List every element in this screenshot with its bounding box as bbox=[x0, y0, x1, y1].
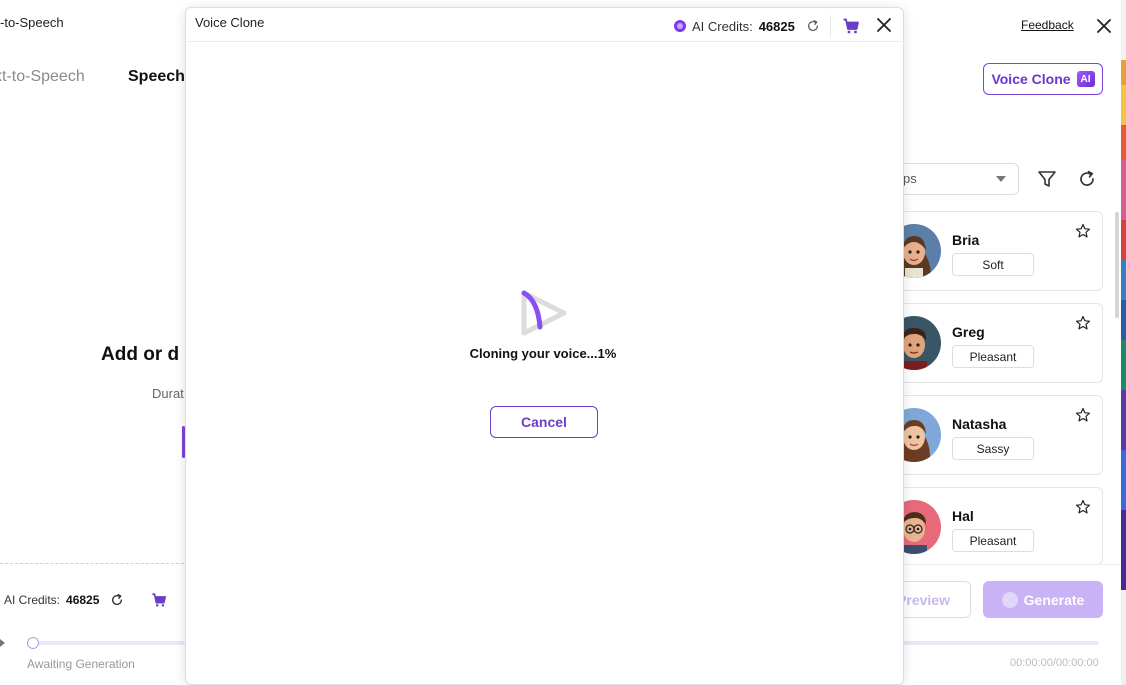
refresh-icon[interactable] bbox=[805, 18, 821, 34]
voice-name: Hal bbox=[952, 508, 974, 524]
voice-filter-value: ps bbox=[903, 171, 917, 186]
voice-tag: Sassy bbox=[952, 437, 1034, 460]
cloning-progress-text: Cloning your voice...1% bbox=[469, 346, 617, 361]
star-icon[interactable] bbox=[1075, 315, 1091, 331]
dialog-credits-value: 46825 bbox=[758, 18, 795, 34]
star-icon[interactable] bbox=[1075, 223, 1091, 239]
refresh-icon[interactable] bbox=[109, 592, 125, 608]
voice-tag: Pleasant bbox=[952, 529, 1034, 552]
duration-hint: Durat bbox=[152, 386, 184, 401]
voice-clone-button[interactable]: Voice Clone AI bbox=[983, 63, 1103, 95]
refresh-icon[interactable] bbox=[1076, 168, 1098, 190]
generate-label: Generate bbox=[1023, 591, 1085, 608]
cart-icon[interactable] bbox=[151, 592, 167, 608]
time-readout: 00:00:00/00:00:00 bbox=[1010, 657, 1099, 669]
dialog-header-separator bbox=[830, 15, 831, 37]
dialog-credits: AI Credits: 46825 bbox=[674, 18, 821, 34]
voice-clone-label: Voice Clone bbox=[991, 71, 1071, 87]
credits-value: 46825 bbox=[66, 593, 100, 607]
chevron-down-icon bbox=[996, 176, 1006, 182]
ai-credits-icon bbox=[674, 20, 686, 32]
generate-icon bbox=[1001, 591, 1018, 608]
tab-speech[interactable]: Speech bbox=[128, 68, 185, 86]
dialog-header-divider bbox=[185, 41, 904, 42]
filter-icon[interactable] bbox=[1036, 168, 1058, 190]
play-icon[interactable] bbox=[0, 639, 5, 647]
footer-divider bbox=[895, 564, 1126, 565]
loading-spinner-icon bbox=[521, 290, 567, 336]
cart-icon[interactable] bbox=[842, 17, 860, 35]
voice-list-scrollbar[interactable] bbox=[1115, 212, 1119, 318]
voice-name: Natasha bbox=[952, 416, 1007, 432]
desktop-edge bbox=[1121, 0, 1126, 685]
generate-button[interactable]: Generate bbox=[983, 581, 1103, 618]
app-window: -to-Speech Feedback xt-to-Speech Speech … bbox=[0, 0, 1126, 685]
voice-name: Bria bbox=[952, 232, 980, 248]
footer-credits: AI Credits: 46825 bbox=[4, 592, 167, 608]
close-icon[interactable] bbox=[875, 16, 893, 34]
voice-tag: Pleasant bbox=[952, 345, 1034, 368]
preview-button[interactable]: Preview bbox=[895, 581, 971, 618]
credits-label: AI Credits: bbox=[4, 593, 61, 607]
voice-name: Greg bbox=[952, 324, 985, 340]
generation-status: Awaiting Generation bbox=[27, 657, 135, 671]
dialog-credits-label: AI Credits: bbox=[692, 18, 753, 34]
close-icon[interactable] bbox=[1094, 16, 1114, 36]
feedback-link[interactable]: Feedback bbox=[1021, 18, 1074, 32]
upload-title: Add or d bbox=[101, 344, 180, 365]
star-icon[interactable] bbox=[1075, 499, 1091, 515]
cancel-button[interactable]: Cancel bbox=[490, 406, 598, 438]
dialog-title: Voice Clone bbox=[195, 15, 265, 30]
progress-track-right[interactable] bbox=[903, 641, 1099, 645]
ai-badge: AI bbox=[1076, 71, 1095, 87]
app-title: -to-Speech bbox=[0, 15, 64, 30]
progress-knob[interactable] bbox=[27, 637, 39, 649]
tab-text-to-speech[interactable]: xt-to-Speech bbox=[0, 68, 85, 86]
voice-tag: Soft bbox=[952, 253, 1034, 276]
progress-track[interactable] bbox=[33, 641, 185, 645]
upload-area-border bbox=[0, 563, 184, 564]
star-icon[interactable] bbox=[1075, 407, 1091, 423]
